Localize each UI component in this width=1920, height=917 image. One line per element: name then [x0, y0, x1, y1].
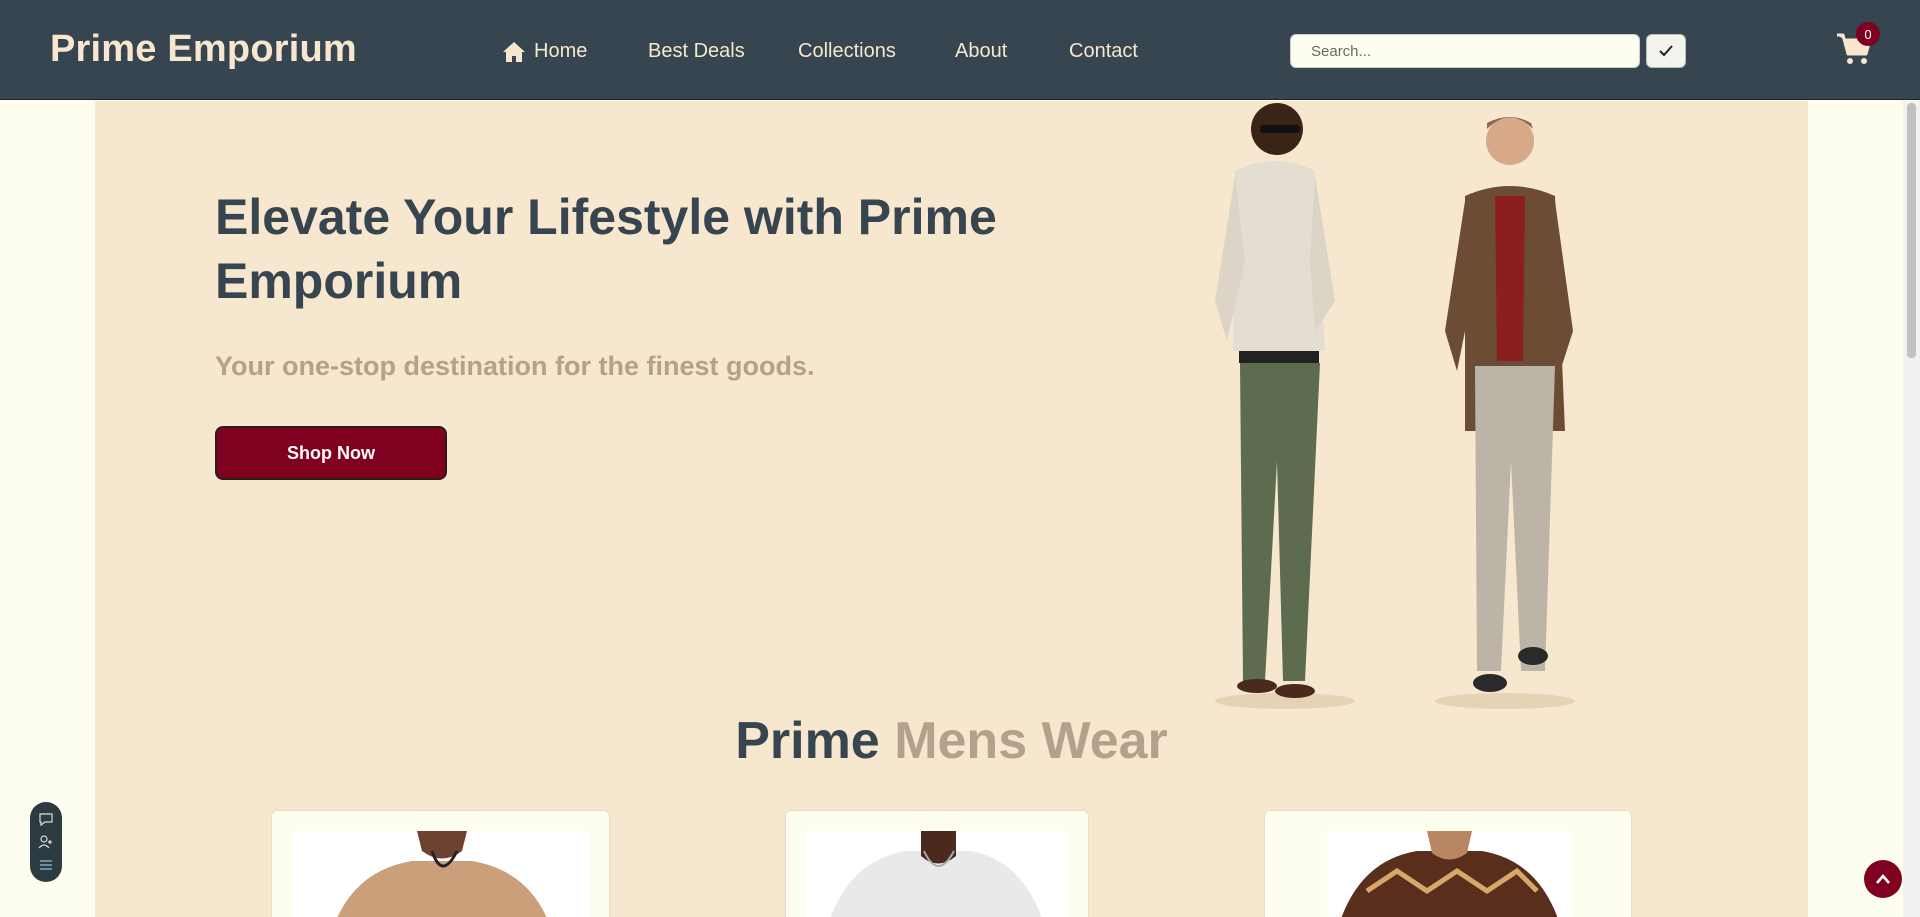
brand-logo[interactable]: Prime Emporium [50, 28, 357, 71]
product-image [806, 831, 1069, 917]
product-image [292, 831, 590, 917]
product-card[interactable] [1264, 810, 1632, 917]
chevron-up-icon [1876, 874, 1890, 884]
search-submit-button[interactable] [1646, 34, 1686, 68]
nav-home-label: Home [534, 40, 588, 62]
section-title: Prime Mens Wear [95, 711, 1808, 771]
scroll-to-top-button[interactable] [1864, 860, 1902, 898]
cart-count-badge: 0 [1856, 22, 1880, 46]
nav-about[interactable]: About [955, 40, 1007, 63]
search-input[interactable] [1290, 34, 1640, 68]
check-icon [1659, 45, 1673, 57]
nav-home[interactable]: Home [502, 40, 587, 63]
section-title-part2: Mens Wear [894, 712, 1168, 770]
product-card[interactable] [785, 810, 1089, 917]
section-title-part1: Prime [735, 712, 880, 770]
home-icon [503, 41, 525, 62]
shop-now-button[interactable]: Shop Now [215, 426, 447, 480]
add-user-icon[interactable] [38, 834, 54, 850]
hero-title: Elevate Your Lifestyle with Prime Empori… [215, 189, 997, 309]
hero-subtitle: Your one-stop destination for the finest… [215, 351, 815, 381]
navbar: Prime Emporium Home Best Deals Collectio… [0, 0, 1920, 100]
product-image [1327, 831, 1571, 917]
nav-collections[interactable]: Collections [798, 40, 896, 63]
hero-models-image [1215, 103, 1575, 709]
settings-sliders-icon[interactable] [38, 857, 54, 873]
hero-section: Elevate Your Lifestyle with Prime Empori… [95, 101, 1808, 917]
nav-contact[interactable]: Contact [1069, 40, 1138, 63]
chat-icon[interactable] [38, 811, 54, 827]
scrollbar-thumb[interactable] [1907, 103, 1916, 358]
product-card[interactable] [271, 810, 610, 917]
page-scrollbar[interactable] [1903, 101, 1920, 917]
floating-toolbar [30, 802, 62, 882]
nav-best-deals[interactable]: Best Deals [648, 40, 745, 63]
